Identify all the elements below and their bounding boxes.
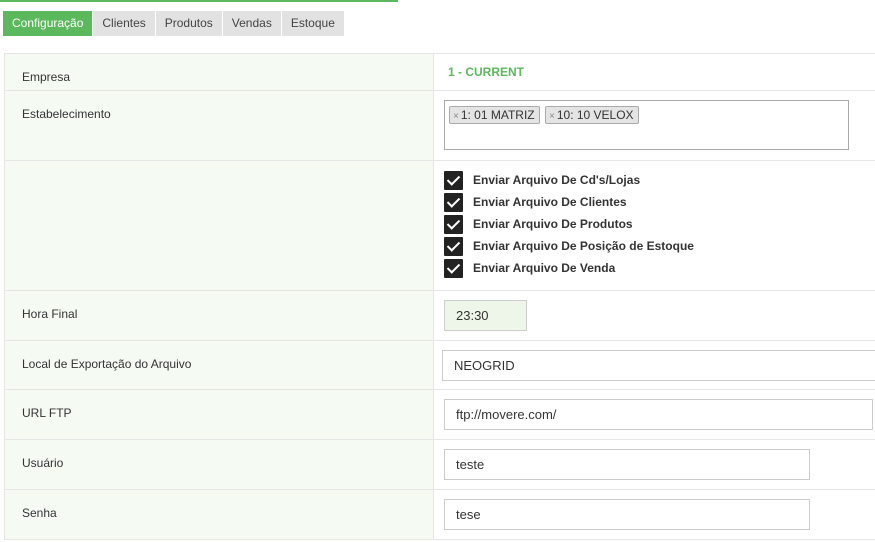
check-icon[interactable] (444, 237, 463, 256)
label-cell (5, 161, 434, 290)
label-cell: Senha (5, 490, 434, 539)
hora-final-label: Hora Final (22, 307, 78, 321)
option-label: Enviar Arquivo De Produtos (473, 217, 633, 231)
config-form: Empresa 1 - CURRENT Estabelecimento × 1: … (4, 53, 875, 540)
row-local-exportacao: Local de Exportação do Arquivo NEOGRID (5, 341, 875, 390)
value-cell: × 1: 01 MATRIZ × 10: 10 VELOX (435, 91, 875, 160)
option-label: Enviar Arquivo De Posição de Estoque (473, 239, 694, 253)
close-icon[interactable]: × (453, 111, 459, 122)
tab-clientes[interactable]: Clientes (93, 11, 155, 36)
tab-produtos[interactable]: Produtos (155, 11, 222, 36)
top-accent-line (0, 0, 398, 2)
row-url-ftp: URL FTP ftp://movere.com/ (5, 390, 875, 440)
tab-vendas[interactable]: Vendas (222, 11, 281, 36)
row-options: Enviar Arquivo De Cd's/Lojas Enviar Arqu… (5, 161, 875, 291)
usuario-input[interactable]: teste (444, 449, 810, 480)
row-hora-final: Hora Final 23:30 (5, 291, 875, 341)
value-cell: teste (435, 440, 875, 489)
tag-velox: × 10: 10 VELOX (545, 106, 639, 124)
value-cell: 1 - CURRENT (435, 54, 875, 90)
option-label: Enviar Arquivo De Clientes (473, 195, 627, 209)
url-ftp-input[interactable]: ftp://movere.com/ (444, 399, 873, 430)
check-icon[interactable] (444, 171, 463, 190)
label-cell: Estabelecimento (5, 91, 434, 160)
empresa-value: 1 - CURRENT (448, 65, 525, 79)
row-senha: Senha tese (5, 490, 875, 540)
tag-matriz: × 1: 01 MATRIZ (449, 106, 540, 124)
row-empresa: Empresa 1 - CURRENT (5, 54, 875, 91)
local-exportacao-select[interactable]: NEOGRID (442, 350, 875, 381)
tag-label: 10: 10 VELOX (556, 108, 634, 122)
value-cell: tese (435, 490, 875, 539)
check-icon[interactable] (444, 193, 463, 212)
check-icon[interactable] (444, 215, 463, 234)
label-cell: Empresa (5, 54, 434, 90)
senha-input[interactable]: tese (444, 499, 810, 530)
option-label: Enviar Arquivo De Cd's/Lojas (473, 173, 641, 187)
value-cell: ftp://movere.com/ (435, 390, 875, 439)
check-icon[interactable] (444, 259, 463, 278)
estabelecimento-label: Estabelecimento (22, 107, 111, 121)
row-estabelecimento: Estabelecimento × 1: 01 MATRIZ × 10: 10 VE… (5, 91, 875, 161)
tab-estoque[interactable]: Estoque (281, 11, 344, 36)
tab-bar: Configuração Clientes Produtos Vendas Es… (3, 11, 345, 36)
row-usuario: Usuário teste (5, 440, 875, 490)
label-cell: Usuário (5, 440, 434, 489)
value-cell: 23:30 (435, 291, 875, 340)
label-cell: URL FTP (5, 390, 434, 439)
option-label: Enviar Arquivo De Venda (473, 261, 616, 275)
label-cell: Hora Final (5, 291, 434, 340)
value-cell: Enviar Arquivo De Cd's/Lojas Enviar Arqu… (435, 161, 875, 290)
close-icon[interactable]: × (549, 111, 555, 122)
usuario-label: Usuário (22, 456, 64, 470)
estabelecimento-multiselect[interactable]: × 1: 01 MATRIZ × 10: 10 VELOX (444, 100, 849, 150)
hora-final-input[interactable]: 23:30 (444, 300, 527, 331)
url-ftp-label: URL FTP (22, 406, 72, 420)
tag-label: 1: 01 MATRIZ (460, 108, 535, 122)
senha-label: Senha (22, 506, 57, 520)
local-exportacao-label: Local de Exportação do Arquivo (22, 357, 192, 371)
label-cell: Local de Exportação do Arquivo (5, 341, 434, 389)
empresa-label: Empresa (22, 70, 71, 84)
tab-configuracao[interactable]: Configuração (3, 11, 93, 36)
value-cell: NEOGRID (435, 341, 875, 389)
